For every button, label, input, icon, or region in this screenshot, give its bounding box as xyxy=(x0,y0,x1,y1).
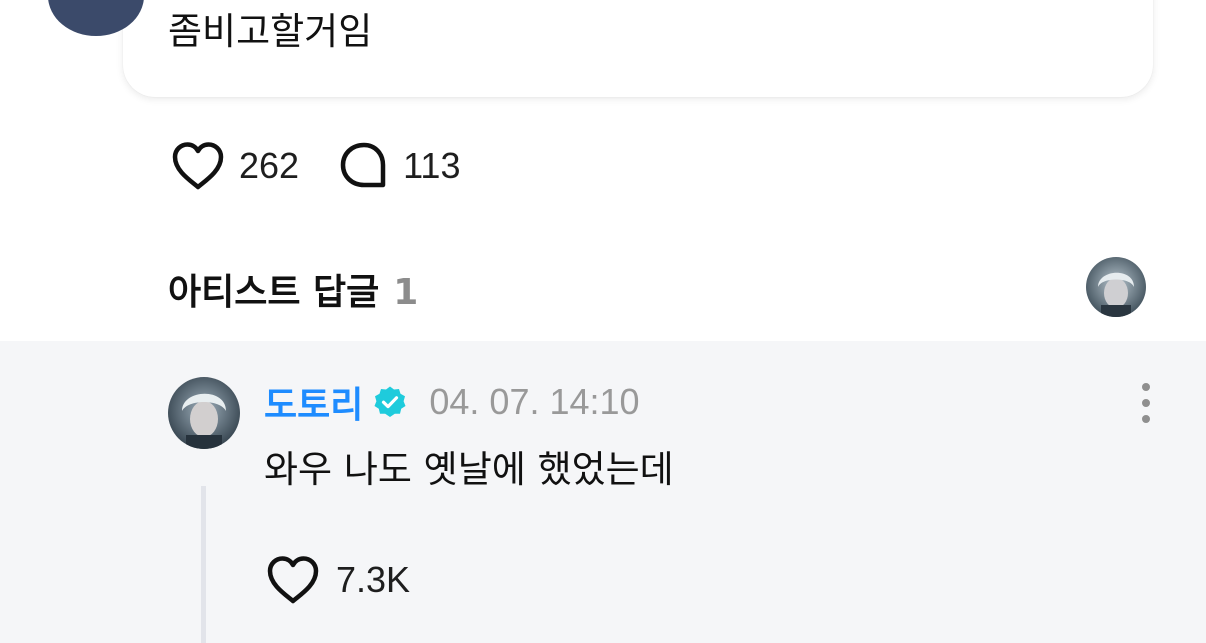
more-options-button[interactable] xyxy=(1128,381,1164,425)
heart-icon xyxy=(266,555,320,605)
comment-count: 113 xyxy=(403,145,461,186)
comment-button[interactable]: 113 xyxy=(339,141,460,191)
speech-bubble-icon xyxy=(339,141,389,191)
like-button[interactable]: 262 xyxy=(171,141,299,191)
artist-replies-header: 아티스트 답글 1 xyxy=(168,263,418,315)
like-count: 262 xyxy=(239,145,300,186)
artist-replies-title: 아티스트 답글 xyxy=(168,272,380,313)
post-text: 좀비고할거임 xyxy=(168,10,373,53)
reply-author-avatar[interactable] xyxy=(168,377,240,449)
verified-badge-icon xyxy=(373,385,407,419)
heart-icon xyxy=(171,141,225,191)
thread-line xyxy=(201,486,206,643)
artist-avatar[interactable] xyxy=(1086,257,1146,317)
post-detail-screen: 좀비고할거임 262 113 아티스트 답글 1 도토리 04. 07. 14:… xyxy=(0,0,1206,643)
reply-timestamp: 04. 07. 14:10 xyxy=(429,381,640,422)
post-reactions: 262 113 xyxy=(171,140,460,192)
more-vertical-icon xyxy=(1142,383,1150,423)
reply-author-name[interactable]: 도토리 xyxy=(264,376,363,428)
artist-replies-count: 1 xyxy=(393,272,419,313)
reply-like-button[interactable]: 7.3K xyxy=(266,554,410,606)
reply-like-count: 7.3K xyxy=(336,559,411,600)
reply-text: 와우 나도 옛날에 했었는데 xyxy=(264,448,674,491)
reply-header: 도토리 04. 07. 14:10 xyxy=(264,378,640,426)
